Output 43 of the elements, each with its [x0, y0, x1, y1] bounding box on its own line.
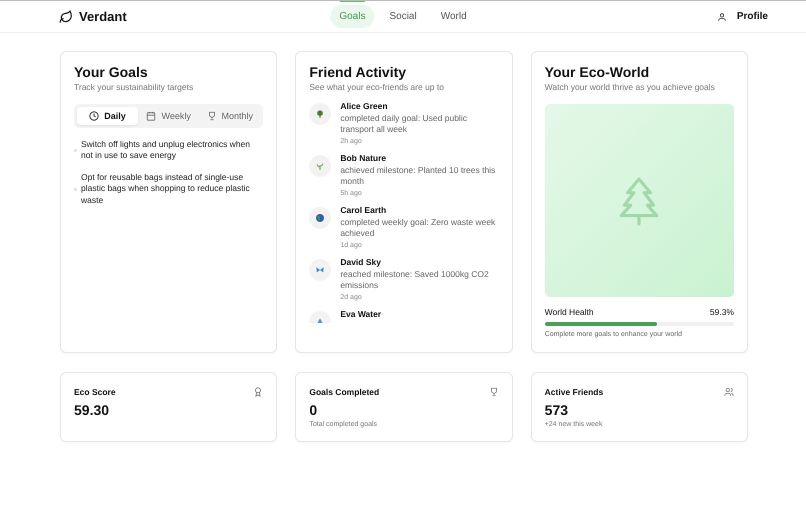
stat-value: 0 — [309, 402, 318, 418]
trophy-icon — [206, 111, 217, 121]
friend-name: David Sky — [340, 256, 382, 267]
tree-icon — [316, 110, 324, 118]
period-tab[interactable]: Weekly — [138, 107, 200, 125]
friend-name: Eva Water — [340, 308, 382, 319]
period-tab[interactable]: Daily — [77, 107, 138, 125]
stat-value: 59.30 — [74, 402, 110, 418]
health-label: World Health — [544, 307, 594, 317]
card-subtitle: Watch your world thrive as you achieve goals — [544, 82, 716, 92]
nav-tab[interactable]: Social — [380, 5, 426, 28]
sprout-icon — [316, 162, 324, 170]
brand-name: Verdant — [79, 9, 127, 24]
card-title: Your Goals — [74, 64, 149, 80]
activity-text: completed daily goal: Used public transport all week — [340, 113, 468, 136]
activity-text: completed weekly goal: Zero waste week achieved — [340, 216, 496, 240]
clock-icon — [89, 111, 100, 121]
profile-link[interactable]: Profile — [716, 11, 768, 22]
trophy-icon — [488, 387, 499, 397]
stat-label: Active Friends — [544, 387, 604, 397]
health-value: 59.3% — [710, 307, 734, 317]
friend-name: Alice Green — [340, 101, 389, 111]
goal-text: Opt for reusable bags instead of single-use plastic bags when shopping to reduce plastic waste — [81, 172, 251, 206]
card-subtitle: Track your sustainability targets — [74, 82, 194, 92]
friend-name: Bob Nature — [340, 152, 388, 163]
period-tab[interactable]: Monthly — [199, 107, 260, 125]
stat-value: 573 — [544, 402, 570, 418]
goal-text: Switch off lights and unplug electronics when not in use to save energy — [81, 139, 251, 162]
award-icon — [253, 387, 264, 397]
leaf-icon — [59, 10, 73, 24]
stat-label: Goals Completed — [309, 387, 380, 397]
nav-tab[interactable]: World — [432, 5, 476, 28]
user-icon — [716, 12, 727, 22]
stat-label: Eco Score — [74, 387, 116, 397]
calendar-icon — [146, 111, 156, 121]
users-icon — [724, 387, 734, 397]
friend-name: Carol Earth — [340, 204, 388, 215]
card-subtitle: See what your eco-friends are up to — [309, 82, 445, 92]
activity-text: achieved milestone: Planted 10 trees this month — [340, 164, 496, 188]
globe-icon — [316, 214, 324, 222]
card-title: Your Eco-World — [544, 64, 650, 80]
activity-text: reached milestone: Saved 1000kg CO2 emissions — [340, 268, 490, 292]
card-title: Friend Activity — [309, 64, 408, 80]
